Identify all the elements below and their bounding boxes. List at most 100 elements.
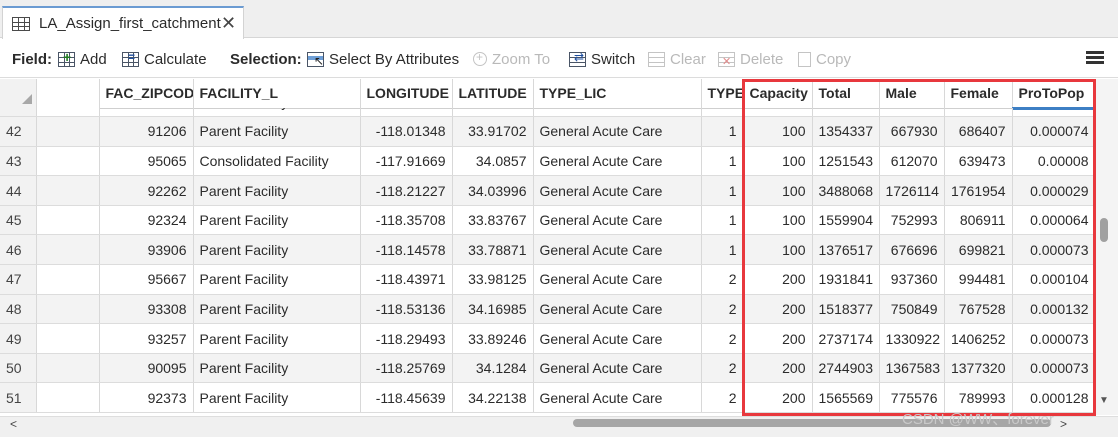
- cell-cap[interactable]: 200: [743, 323, 813, 354]
- cell-lon[interactable]: -117.91669: [360, 146, 453, 177]
- cell-lat[interactable]: 33.89246: [452, 323, 534, 354]
- column-header-fac-zipcod[interactable]: FAC_ZIPCOD: [99, 79, 194, 109]
- cell-lon[interactable]: -118.35708: [360, 205, 453, 236]
- table-row[interactable]: 45 92324 Parent Facility -118.35708 33.83767…: [0, 205, 1095, 236]
- cell-lic[interactable]: General Acute Care: [533, 175, 702, 206]
- scroll-down-icon[interactable]: ▼: [1099, 395, 1109, 406]
- row-number[interactable]: 43: [0, 146, 37, 177]
- cell-lic[interactable]: General Acute Care: [533, 234, 702, 266]
- cell-type[interactable]: 2: [701, 353, 744, 384]
- cell-ptp[interactable]: 0.000029: [1012, 175, 1095, 206]
- row-selector-cell[interactable]: [36, 294, 100, 325]
- cell-lon[interactable]: -118.14578: [360, 234, 453, 266]
- table-row[interactable]: 47 95667 Parent Facility -118.43971 33.98125…: [0, 264, 1095, 295]
- cell-lic[interactable]: General Acute Care: [533, 108, 702, 118]
- select-by-attributes-button[interactable]: Select By Attributes: [307, 49, 459, 69]
- cell-total[interactable]: 1354337: [812, 116, 880, 147]
- cell-fac[interactable]: Parent Facility: [193, 264, 361, 295]
- cell-female[interactable]: 639473: [944, 146, 1013, 177]
- cell-lon[interactable]: -118.25769: [360, 353, 453, 384]
- column-header-total[interactable]: Total: [812, 79, 880, 109]
- vertical-scroll-thumb[interactable]: [1100, 218, 1108, 242]
- cell-cap[interactable]: 200: [743, 382, 813, 414]
- table-row[interactable]: 49 93257 Parent Facility -118.29493 33.89246…: [0, 323, 1095, 354]
- cell-zip[interactable]: 92324: [99, 205, 194, 236]
- column-header-selected[interactable]: [36, 79, 100, 109]
- cell-fac[interactable]: Parent Facility: [193, 205, 361, 236]
- cell-ptp[interactable]: 0.000074: [1012, 116, 1095, 147]
- table-row[interactable]: 46 93906 Parent Facility -118.14578 33.78871…: [0, 234, 1095, 266]
- cell-male[interactable]: 1430307: [879, 108, 945, 118]
- cell-lat[interactable]: 34.1284: [452, 353, 534, 384]
- zoom-to-button[interactable]: Zoom To: [473, 49, 550, 69]
- cell-ptp[interactable]: 0.00008: [1012, 146, 1095, 177]
- cell-lon[interactable]: -118.37588: [360, 108, 453, 118]
- cell-lon[interactable]: -118.45639: [360, 382, 453, 414]
- row-number[interactable]: 42: [0, 116, 37, 147]
- cell-lat[interactable]: 33.98125: [452, 264, 534, 295]
- cell-zip[interactable]: 90095: [99, 353, 194, 384]
- cell-zip[interactable]: 95667: [99, 264, 194, 295]
- row-number[interactable]: 41: [0, 108, 37, 118]
- cell-total[interactable]: 2737174: [812, 323, 880, 354]
- table-row[interactable]: 41 91007Parent Facility-118.3758834.03793…: [0, 108, 1095, 118]
- cell-type[interactable]: 2: [701, 323, 744, 354]
- delete-button[interactable]: Delete: [718, 49, 783, 69]
- row-number[interactable]: 51: [0, 382, 37, 414]
- row-selector-cell[interactable]: [36, 382, 100, 414]
- cell-cap[interactable]: 100: [743, 146, 813, 177]
- cell-lon[interactable]: -118.29493: [360, 323, 453, 354]
- cell-total[interactable]: 1565569: [812, 382, 880, 414]
- add-field-button[interactable]: Add: [58, 49, 107, 69]
- cell-lic[interactable]: General Acute Care: [533, 205, 702, 236]
- cell-type[interactable]: 1: [701, 108, 744, 118]
- cell-lat[interactable]: 33.83767: [452, 205, 534, 236]
- cell-cap[interactable]: 100: [743, 234, 813, 266]
- row-selector-cell[interactable]: [36, 264, 100, 295]
- cell-zip[interactable]: 93308: [99, 294, 194, 325]
- cell-cap[interactable]: 200: [743, 294, 813, 325]
- cell-zip[interactable]: 91007: [99, 108, 194, 118]
- cell-male[interactable]: 612070: [879, 146, 945, 177]
- cell-female[interactable]: 806911: [944, 205, 1013, 236]
- cell-ptp[interactable]: 0.000073: [1012, 353, 1095, 384]
- calculate-field-button[interactable]: Calculate: [122, 49, 207, 69]
- cell-lon[interactable]: -118.21227: [360, 175, 453, 206]
- column-header-male[interactable]: Male: [879, 79, 945, 109]
- row-number[interactable]: 48: [0, 294, 37, 325]
- scroll-left-icon[interactable]: <: [10, 417, 17, 431]
- cell-female[interactable]: 1761954: [944, 175, 1013, 206]
- column-header-protopop[interactable]: ProToPop: [1012, 79, 1096, 110]
- cell-male[interactable]: 752993: [879, 205, 945, 236]
- cell-lat[interactable]: 33.91702: [452, 116, 534, 147]
- cell-ptp[interactable]: 0.000064: [1012, 205, 1095, 236]
- cell-type[interactable]: 2: [701, 264, 744, 295]
- cell-type[interactable]: 1: [701, 116, 744, 147]
- cell-total[interactable]: 1251543: [812, 146, 880, 177]
- cell-fac[interactable]: Consolidated Facility: [193, 146, 361, 177]
- cell-female[interactable]: 994481: [944, 264, 1013, 295]
- cell-male[interactable]: 750849: [879, 294, 945, 325]
- cell-type[interactable]: 1: [701, 175, 744, 206]
- row-selector-cell[interactable]: [36, 146, 100, 177]
- column-header-type[interactable]: TYPE: [701, 79, 744, 109]
- cell-male[interactable]: 1367583: [879, 353, 945, 384]
- switch-selection-button[interactable]: Switch: [569, 49, 635, 69]
- cell-fac[interactable]: Parent Facility: [193, 323, 361, 354]
- cell-lat[interactable]: 33.78871: [452, 234, 534, 266]
- cell-type[interactable]: 1: [701, 146, 744, 177]
- cell-zip[interactable]: 93906: [99, 234, 194, 266]
- cell-male[interactable]: 1726114: [879, 175, 945, 206]
- cell-lic[interactable]: General Acute Care: [533, 353, 702, 384]
- cell-female[interactable]: 1453357: [944, 108, 1013, 118]
- cell-male[interactable]: 676696: [879, 234, 945, 266]
- cell-lon[interactable]: -118.53136: [360, 294, 453, 325]
- row-selector-cell[interactable]: [36, 205, 100, 236]
- scroll-right-icon[interactable]: >: [1060, 417, 1067, 431]
- cell-ptp[interactable]: 0.000132: [1012, 294, 1095, 325]
- cell-cap[interactable]: 200: [743, 353, 813, 384]
- cell-ptp[interactable]: 0.000073: [1012, 323, 1095, 354]
- cell-cap[interactable]: 100: [743, 116, 813, 147]
- cell-lon[interactable]: -118.43971: [360, 264, 453, 295]
- cell-zip[interactable]: 91206: [99, 116, 194, 147]
